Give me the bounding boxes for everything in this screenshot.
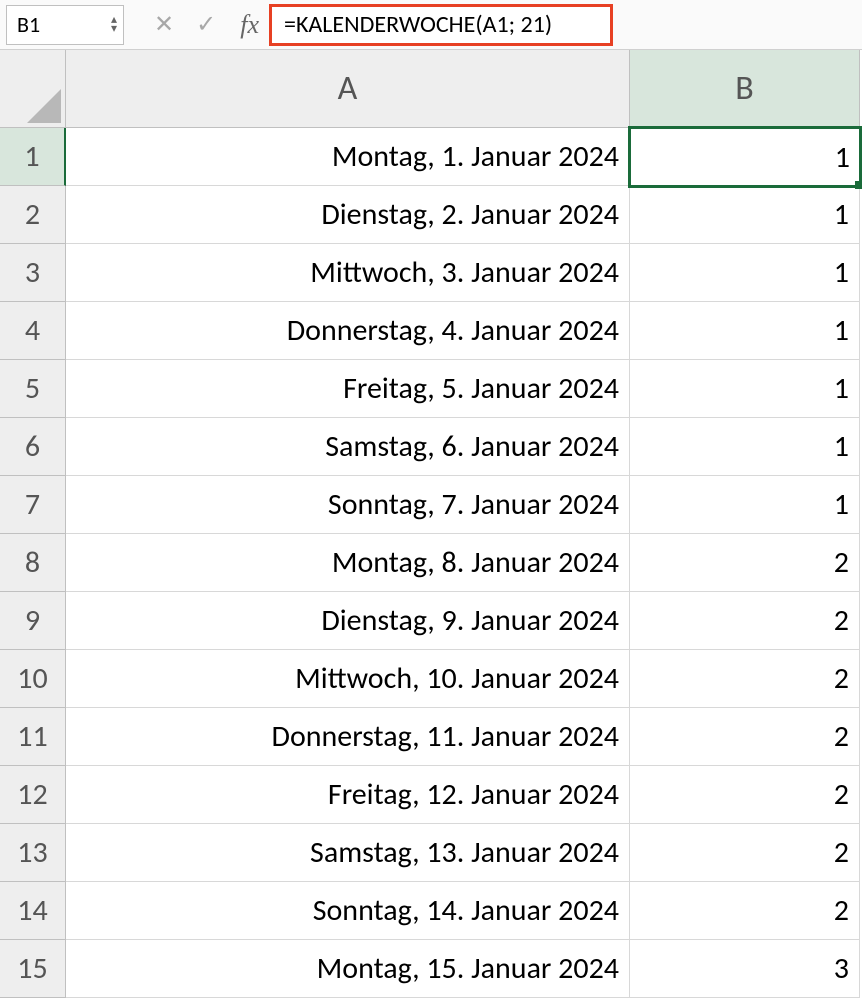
row-header[interactable]: 11 — [0, 708, 66, 766]
row-header[interactable]: 2 — [0, 186, 66, 244]
cell[interactable]: 1 — [630, 360, 860, 418]
cell[interactable]: Samstag, 6. Januar 2024 — [66, 418, 630, 476]
cell[interactable]: Sonntag, 14. Januar 2024 — [66, 882, 630, 940]
cell[interactable]: 1 — [630, 302, 860, 360]
cell[interactable]: 2 — [630, 708, 860, 766]
cell[interactable]: 3 — [630, 940, 860, 998]
name-box-spinner[interactable]: ▴ ▾ — [111, 16, 117, 34]
name-box-value: B1 — [17, 11, 40, 38]
cell[interactable]: Donnerstag, 11. Januar 2024 — [66, 708, 630, 766]
row-header[interactable]: 9 — [0, 592, 66, 650]
row-header[interactable]: 5 — [0, 360, 66, 418]
formula-text: =KALENDERWOCHE(A1; 21) — [284, 10, 552, 39]
row-header[interactable]: 14 — [0, 882, 66, 940]
column-header-a[interactable]: A — [66, 50, 630, 128]
cell[interactable]: 1 — [630, 418, 860, 476]
cell[interactable]: Montag, 15. Januar 2024 — [66, 940, 630, 998]
row-header[interactable]: 3 — [0, 244, 66, 302]
cell[interactable]: 1 — [630, 128, 860, 186]
cell[interactable]: 2 — [630, 534, 860, 592]
cell[interactable]: Montag, 1. Januar 2024 — [66, 128, 630, 186]
row-header[interactable]: 6 — [0, 418, 66, 476]
name-box[interactable]: B1 ▴ ▾ — [6, 5, 124, 45]
column-header-b[interactable]: B — [630, 50, 860, 128]
cell[interactable]: Freitag, 5. Januar 2024 — [66, 360, 630, 418]
cell[interactable]: 2 — [630, 882, 860, 940]
row-header[interactable]: 4 — [0, 302, 66, 360]
cell[interactable]: Freitag, 12. Januar 2024 — [66, 766, 630, 824]
cell[interactable]: Dienstag, 9. Januar 2024 — [66, 592, 630, 650]
cell[interactable]: 2 — [630, 592, 860, 650]
spinner-down-icon[interactable]: ▾ — [111, 25, 117, 34]
cell[interactable]: 2 — [630, 824, 860, 882]
confirm-icon[interactable]: ✓ — [196, 10, 216, 39]
row-header[interactable]: 10 — [0, 650, 66, 708]
cell[interactable]: 2 — [630, 766, 860, 824]
cancel-icon[interactable]: ✕ — [154, 10, 174, 39]
cell[interactable]: Montag, 8. Januar 2024 — [66, 534, 630, 592]
cell[interactable]: Mittwoch, 3. Januar 2024 — [66, 244, 630, 302]
row-header[interactable]: 8 — [0, 534, 66, 592]
row-header[interactable]: 12 — [0, 766, 66, 824]
fx-label[interactable]: fx — [240, 10, 259, 40]
cell[interactable]: Sonntag, 7. Januar 2024 — [66, 476, 630, 534]
formula-bar: B1 ▴ ▾ ✕ ✓ fx =KALENDERWOCHE(A1; 21) — [0, 0, 862, 50]
cell[interactable]: 1 — [630, 244, 860, 302]
row-header[interactable]: 15 — [0, 940, 66, 998]
cell[interactable]: Mittwoch, 10. Januar 2024 — [66, 650, 630, 708]
row-header[interactable]: 7 — [0, 476, 66, 534]
cell[interactable]: Dienstag, 2. Januar 2024 — [66, 186, 630, 244]
cell[interactable]: 1 — [630, 186, 860, 244]
cell[interactable]: Donnerstag, 4. Januar 2024 — [66, 302, 630, 360]
cell[interactable]: Samstag, 13. Januar 2024 — [66, 824, 630, 882]
cell[interactable]: 1 — [630, 476, 860, 534]
row-header[interactable]: 1 — [0, 128, 66, 186]
formula-bar-icons: ✕ ✓ — [154, 10, 216, 39]
row-header[interactable]: 13 — [0, 824, 66, 882]
select-all-corner[interactable] — [0, 50, 66, 128]
spreadsheet-grid[interactable]: A B 1Montag, 1. Januar 202412Dienstag, 2… — [0, 50, 862, 998]
formula-input[interactable]: =KALENDERWOCHE(A1; 21) — [269, 4, 613, 46]
cell[interactable]: 2 — [630, 650, 860, 708]
